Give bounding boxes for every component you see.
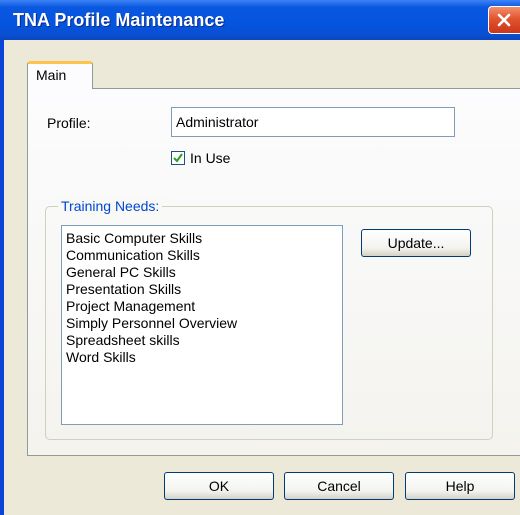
list-item[interactable]: Project Management bbox=[66, 298, 342, 315]
tab-main-label: Main bbox=[36, 67, 67, 83]
close-icon bbox=[497, 13, 511, 27]
in-use-checkbox[interactable] bbox=[171, 151, 185, 165]
training-needs-list[interactable]: Basic Computer Skills Communication Skil… bbox=[61, 225, 343, 425]
profile-value: Administrator bbox=[176, 114, 259, 130]
window-title: TNA Profile Maintenance bbox=[13, 10, 225, 30]
list-item[interactable]: Basic Computer Skills bbox=[66, 230, 342, 247]
in-use-label[interactable]: In Use bbox=[190, 150, 230, 166]
list-item[interactable]: Communication Skills bbox=[66, 247, 342, 264]
ok-button[interactable]: OK bbox=[164, 472, 274, 500]
training-needs-title: Training Needs: bbox=[58, 198, 163, 214]
list-item[interactable]: Word Skills bbox=[66, 349, 342, 366]
profile-label: Profile: bbox=[47, 115, 91, 131]
window-frame-left bbox=[0, 40, 4, 515]
close-button[interactable] bbox=[488, 6, 520, 34]
help-button[interactable]: Help bbox=[405, 472, 515, 500]
tab-main[interactable]: Main bbox=[27, 61, 93, 89]
list-item[interactable]: General PC Skills bbox=[66, 264, 342, 281]
profile-field[interactable]: Administrator bbox=[171, 107, 455, 137]
update-button[interactable]: Update... bbox=[361, 229, 471, 257]
list-item[interactable]: Simply Personnel Overview bbox=[66, 315, 342, 332]
list-item[interactable]: Presentation Skills bbox=[66, 281, 342, 298]
dialog-window: TNA Profile Maintenance Main Profile: Ad… bbox=[0, 0, 520, 515]
cancel-button[interactable]: Cancel bbox=[284, 472, 394, 500]
checkmark-icon bbox=[173, 153, 183, 163]
title-bar[interactable]: TNA Profile Maintenance bbox=[0, 0, 520, 40]
list-item[interactable]: Spreadsheet skills bbox=[66, 332, 342, 349]
